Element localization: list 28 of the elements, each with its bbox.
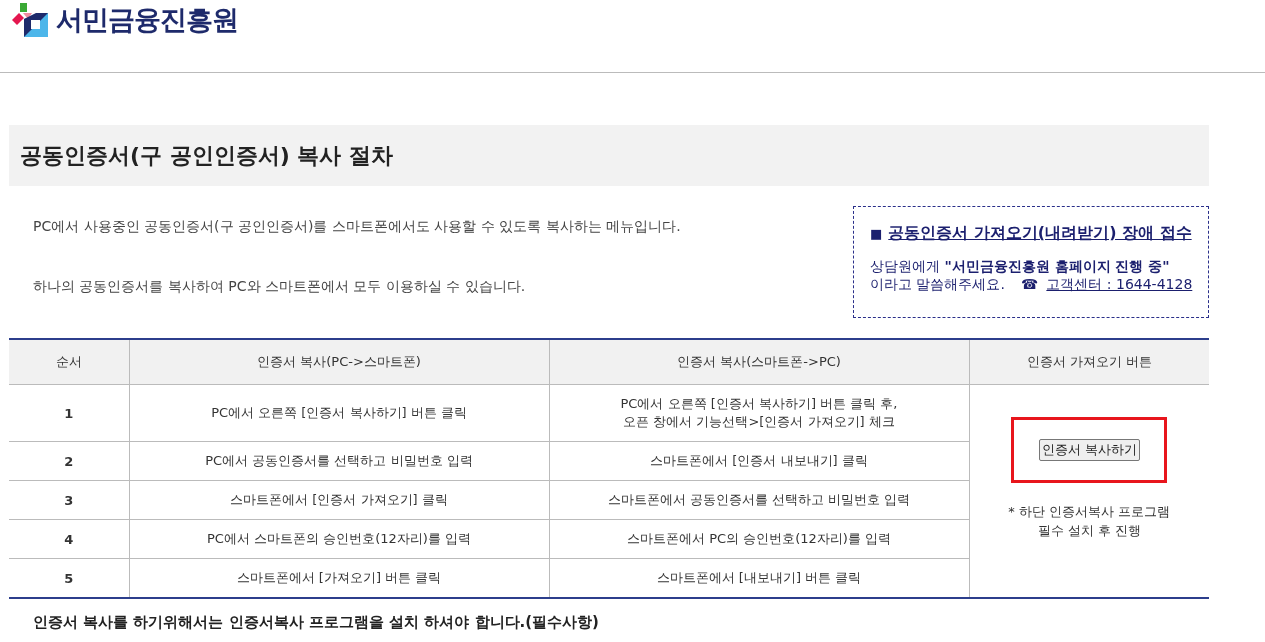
notice-text: 상담원에게 "서민금융진흥원 홈페이지 진행 중" bbox=[870, 258, 1170, 274]
copy-certificate-button[interactable]: 인증서 복사하기 bbox=[1038, 439, 1140, 462]
table-cell: PC에서 오른쪽 [인증서 복사하기] 버튼 클릭 bbox=[129, 384, 549, 442]
report-link[interactable]: 공동인증서 가져오기(내려받기) 장애 접수 bbox=[888, 223, 1192, 242]
notice-text: 이라고 말씀해주세요. bbox=[870, 276, 1005, 292]
footer-note: 인증서 복사를 하기위해서는 인증서복사 프로그램을 설치 하셔야 합니다.(필수사항) bbox=[33, 613, 600, 632]
page-title: 공동인증서(구 공인인증서) 복사 절차 bbox=[9, 125, 1209, 186]
phone-icon: ☎ bbox=[1020, 276, 1039, 292]
step-cell: 3 bbox=[9, 480, 129, 520]
intro-text: PC에서 사용중인 공동인증서(구 공인인증서)를 스마트폰에서도 사용할 수 있도록 복사하는 메뉴입니다. bbox=[33, 218, 681, 236]
step-cell: 1 bbox=[9, 384, 129, 442]
table-cell: PC에서 스마트폰의 승인번호(12자리)를 입력 bbox=[129, 519, 549, 559]
column-header: 인증서 복사(PC->스마트폰) bbox=[129, 339, 549, 385]
column-header: 순서 bbox=[9, 339, 129, 385]
logo-icon bbox=[10, 3, 50, 37]
bullet-icon: ■ bbox=[870, 226, 883, 241]
intro-text: 하나의 공동인증서를 복사하여 PC와 스마트폰에서 모두 이용하실 수 있습니다. bbox=[33, 278, 527, 296]
call-center-link[interactable]: 고객센터 : 1644-4128 bbox=[1046, 276, 1193, 292]
column-header: 인증서 가져오기 버튼 bbox=[969, 339, 1209, 385]
table-cell: 스마트폰에서 [인증서 가져오기] 클릭 bbox=[129, 480, 549, 520]
table-cell: PC에서 오른쪽 [인증서 복사하기] 버튼 클릭 후, 오픈 창에서 기능선택>[인증서 가져오기] 체크 bbox=[549, 384, 969, 442]
button-note: 필수 설치 후 진행 bbox=[1036, 521, 1142, 540]
table-cell: PC에서 공동인증서를 선택하고 비밀번호 입력 bbox=[129, 441, 549, 481]
column-header: 인증서 복사(스마트폰->PC) bbox=[549, 339, 969, 385]
step-cell: 4 bbox=[9, 519, 129, 559]
step-cell: 2 bbox=[9, 441, 129, 481]
logo-text: 서민금융진흥원 bbox=[56, 3, 238, 37]
button-note: * 하단 인증서복사 프로그램 bbox=[1007, 503, 1172, 522]
